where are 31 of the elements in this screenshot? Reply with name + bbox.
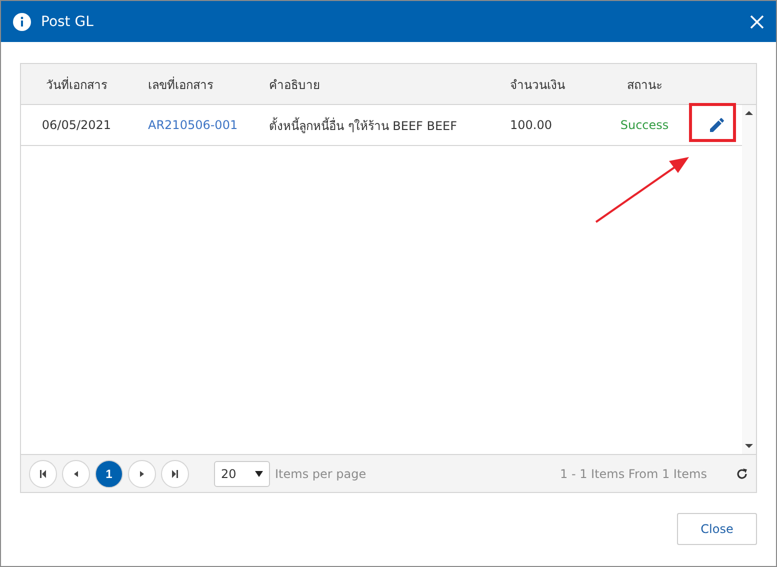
scroll-up-icon (745, 109, 753, 117)
scroll-down-icon (745, 442, 753, 450)
document-link[interactable]: AR210506-001 (132, 118, 257, 132)
column-header: คำอธิบาย (268, 76, 321, 94)
table-cell-text: 100.00 (509, 118, 553, 132)
table-cell-text: 06/05/2021 (40, 118, 112, 132)
last-page-button[interactable] (161, 460, 189, 488)
page-button[interactable]: 1 (95, 460, 123, 488)
first-page-button[interactable] (29, 460, 57, 488)
page-size-dropdown[interactable]: 20 (214, 460, 270, 486)
highlight-box (689, 103, 736, 142)
column-header: สถานะ (626, 76, 663, 94)
column-header: จำนวนเงิน (509, 76, 566, 94)
edit-icon[interactable] (710, 118, 724, 132)
dropdown-caret-icon (255, 470, 263, 476)
column-header: เลขที่เอกสาร (147, 76, 214, 94)
scrollbar[interactable] (742, 105, 756, 454)
close-icon[interactable] (750, 14, 764, 28)
info-icon (13, 12, 31, 30)
status-text: Success (619, 118, 670, 132)
column-header: วันที่เอกสาร (45, 76, 108, 94)
table-cell-text: ตั้งหนี้ลูกหนี้อื่น ๆให้ร้าน BEEF BEEF (268, 116, 458, 134)
refresh-icon[interactable] (736, 468, 748, 480)
page-size-label: Items per page (275, 466, 366, 480)
previous-icon (72, 470, 80, 478)
window-title: Post GL (41, 14, 94, 30)
next-icon (138, 470, 146, 478)
last-page-icon (171, 470, 179, 478)
first-page-icon (39, 470, 47, 478)
close-button[interactable]: Close (677, 513, 757, 545)
pager-summary: 1 - 1 Items From 1 Items (560, 466, 707, 480)
